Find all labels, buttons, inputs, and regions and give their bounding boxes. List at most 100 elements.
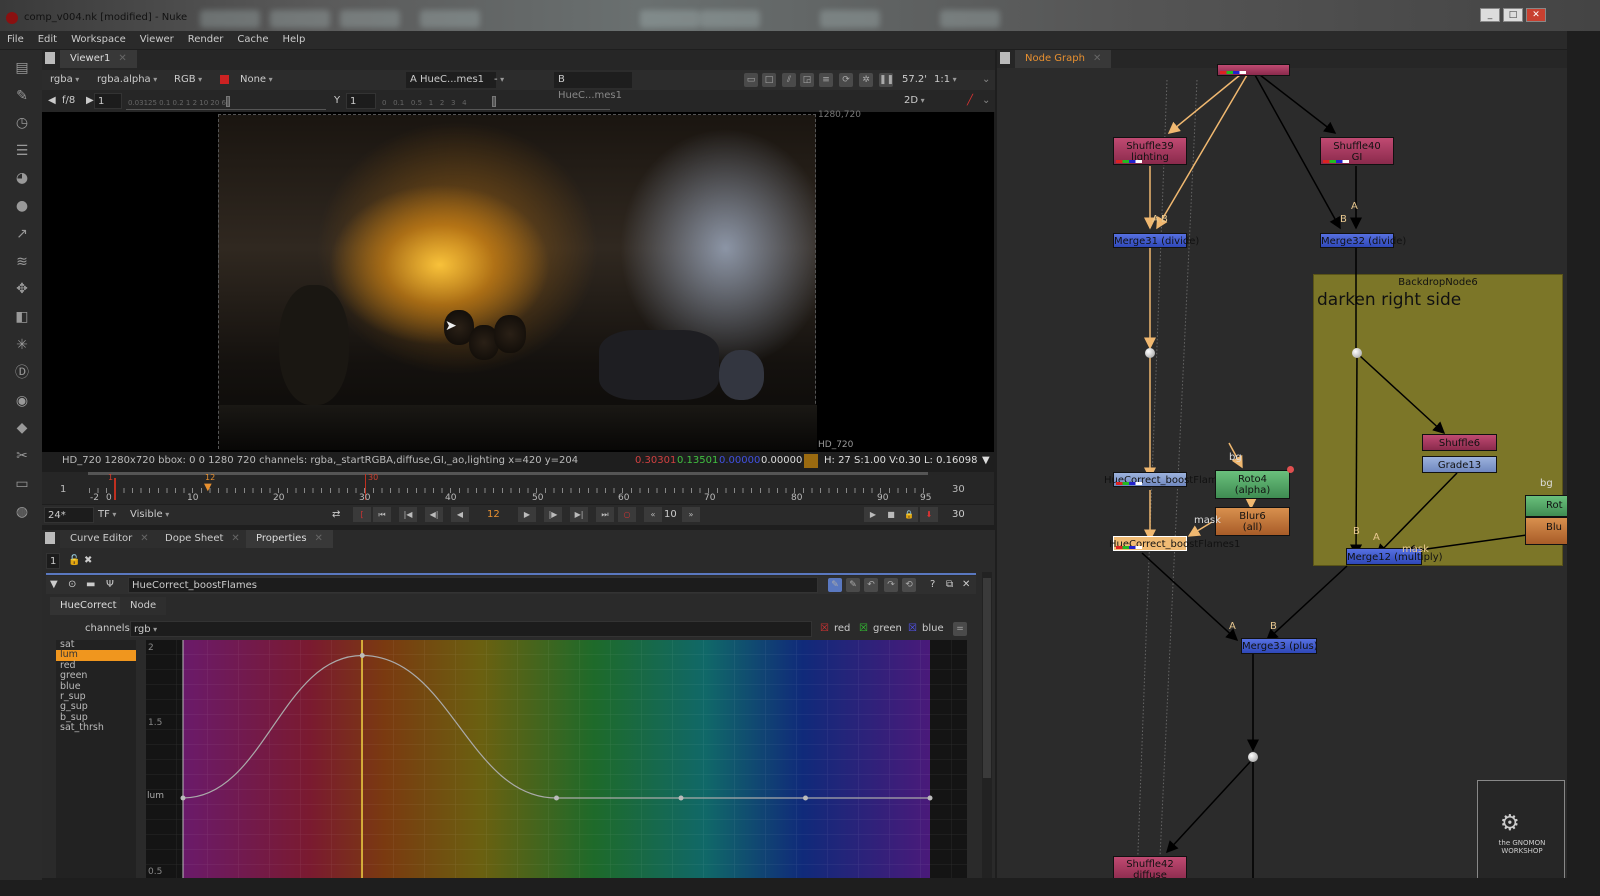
in-point-button[interactable]: [ (353, 507, 371, 522)
particles-icon[interactable]: ✳ (12, 335, 32, 355)
channels-select[interactable]: rgb (130, 621, 812, 637)
node-huecorrect-boostflames1[interactable]: HueCorrect_boostFlames1 (1109, 536, 1240, 551)
close-tab-icon[interactable]: ✕ (315, 533, 323, 544)
zoom-level[interactable]: 57.2' (902, 72, 927, 88)
edit-icon-2[interactable]: ✎ (846, 578, 860, 592)
ratio-select[interactable]: 1:1 (934, 72, 974, 88)
zebra-icon[interactable]: ⫽ (782, 73, 796, 87)
panel-menu-icon[interactable] (45, 52, 55, 64)
node-name-input[interactable]: HueCorrect_boostFlames (128, 577, 818, 593)
navigation-minimap[interactable]: ⚙ the GNOMON WORKSHOP (1477, 780, 1565, 878)
current-frame-input[interactable]: 12 (487, 507, 500, 523)
red-checkbox[interactable]: ☒ (820, 621, 829, 637)
node-shuffle6[interactable]: Shuffle6 (1422, 434, 1497, 451)
close-tab-icon[interactable]: ✕ (118, 53, 126, 64)
prev-frame-button[interactable]: ◀| (425, 507, 443, 522)
menu-viewer[interactable]: Viewer (133, 31, 181, 49)
other-icon[interactable]: ▭ (12, 474, 32, 494)
proxy-icon[interactable] (220, 75, 229, 84)
end-frame-input[interactable]: 30 (952, 507, 965, 523)
out-point-button[interactable]: ○ (618, 507, 636, 522)
gain-slider[interactable]: 0.03125 0.1 0.2 1 2 10 20 60 (126, 94, 326, 110)
last-frame-button[interactable]: ⏭ (596, 507, 614, 522)
skip-back-button[interactable]: « (644, 507, 662, 522)
skip-forward-button[interactable]: » (682, 507, 700, 522)
undo-icon[interactable]: ↶ (864, 578, 878, 592)
green-checkbox[interactable]: ☒ (859, 621, 868, 637)
viewer-options-icon[interactable]: ⌄ (982, 72, 990, 88)
metadata-icon[interactable]: ◆ (12, 418, 32, 438)
node-shuffle-top[interactable] (1217, 64, 1290, 76)
menu-edit[interactable]: Edit (31, 31, 64, 49)
node-roto4[interactable]: Roto4 (alpha) (1215, 470, 1290, 499)
fstop-prev-icon[interactable]: ◀ (48, 93, 56, 109)
hue-curve-editor[interactable]: 2 1.5 lum 0.5 (146, 640, 967, 878)
draw-icon[interactable]: ✎ (12, 86, 32, 106)
keyer-icon[interactable]: ↗ (12, 224, 32, 244)
close-tab-icon[interactable]: ✕ (140, 533, 148, 544)
menu-cache[interactable]: Cache (230, 31, 275, 49)
max-panels-input[interactable]: 1 (46, 553, 60, 569)
lock-icon[interactable]: 🔓 (68, 553, 80, 569)
3d-icon[interactable]: ◧ (12, 307, 32, 327)
tab-viewer1[interactable]: Viewer1 ✕ (60, 50, 137, 68)
curve-point[interactable] (678, 795, 684, 801)
curve-point[interactable] (359, 653, 365, 658)
frame-increment-input[interactable]: 10 (664, 507, 677, 523)
node-merge32[interactable]: Merge32 (divide) (1320, 233, 1406, 248)
dot-node[interactable] (1352, 348, 1362, 358)
info-expand-icon[interactable]: ▼ (982, 452, 990, 470)
in-point-marker[interactable] (114, 478, 116, 500)
node-merge33[interactable]: Merge33 (plus) (1241, 638, 1318, 654)
curve-item-green[interactable]: green (56, 670, 136, 681)
node-huecorrect-boostflames[interactable]: HueCorrect_boostFlames (1104, 472, 1229, 487)
curve-point[interactable] (927, 795, 933, 801)
node-roto-partial[interactable]: Rot (1525, 495, 1567, 517)
node-grade13[interactable]: Grade13 (1422, 456, 1497, 473)
compare-op-select[interactable]: - (494, 72, 549, 88)
curve-point[interactable] (554, 795, 559, 801)
color-icon[interactable]: ▬ (86, 577, 95, 593)
record-button[interactable]: ■ (882, 507, 900, 522)
tab-dope-sheet[interactable]: Dope Sheet ✕ (155, 530, 250, 548)
clear-panels-icon[interactable]: ✖ (84, 553, 92, 569)
dot-node[interactable] (1248, 752, 1258, 762)
gamma-input[interactable]: 1 (346, 93, 376, 109)
tools-icon[interactable]: Ψ (106, 577, 114, 593)
play-forward-button[interactable]: ▶ (518, 507, 536, 522)
colorspace-select[interactable]: RGB (174, 72, 202, 88)
refresh-icon[interactable]: ⟳ (839, 73, 853, 87)
channels-select[interactable]: rgba (50, 72, 79, 88)
edit-icon[interactable]: ✎ (828, 578, 842, 592)
playhead-icon[interactable]: ▼ (204, 482, 212, 493)
render-button[interactable]: ⬇ (920, 507, 938, 522)
scanlines-icon[interactable]: ≡ (819, 73, 833, 87)
filter-icon[interactable]: ● (12, 196, 32, 216)
properties-scrollbar[interactable] (982, 572, 992, 878)
playback-mode-icon[interactable]: ⇄ (332, 507, 340, 523)
menu-workspace[interactable]: Workspace (64, 31, 133, 49)
blue-checkbox[interactable]: ☒ (908, 621, 917, 637)
furnace-icon[interactable]: ◍ (12, 502, 32, 522)
first-frame-button[interactable]: ⏮ (373, 507, 391, 522)
node-blur6[interactable]: Blur6 (all) (1215, 507, 1290, 536)
node-graph[interactable]: Node Graph ✕ BackdropNode6 darken right s… (997, 50, 1567, 878)
transform-icon[interactable]: ✥ (12, 279, 32, 299)
maximize-button[interactable]: □ (1503, 8, 1523, 22)
node-shuffle39[interactable]: Shuffle39 lighting (1113, 137, 1187, 165)
alpha-channel-select[interactable]: rgba.alpha (97, 72, 157, 88)
close-button[interactable]: ✕ (1526, 8, 1546, 22)
tab-huecorrect[interactable]: HueCorrect (50, 597, 127, 615)
minimize-button[interactable]: _ (1480, 8, 1500, 22)
fstop-next-icon[interactable]: ▶ (86, 93, 94, 109)
dot-node[interactable] (1145, 348, 1155, 358)
node-blur-partial[interactable]: Blu (1525, 517, 1567, 545)
input-a[interactable]: A HueC...mes1 (406, 72, 496, 88)
prev-keyframe-button[interactable]: |◀ (399, 507, 417, 522)
safe-area-icon[interactable]: □ (762, 73, 776, 87)
lock-button[interactable]: 🔒 (900, 507, 918, 522)
curve-item-sat-thrsh[interactable]: sat_thrsh (56, 722, 136, 733)
panel-menu-icon[interactable] (45, 532, 55, 544)
center-icon[interactable]: ⊙ (68, 577, 76, 593)
overlay-icon[interactable]: ◲ (800, 73, 814, 87)
